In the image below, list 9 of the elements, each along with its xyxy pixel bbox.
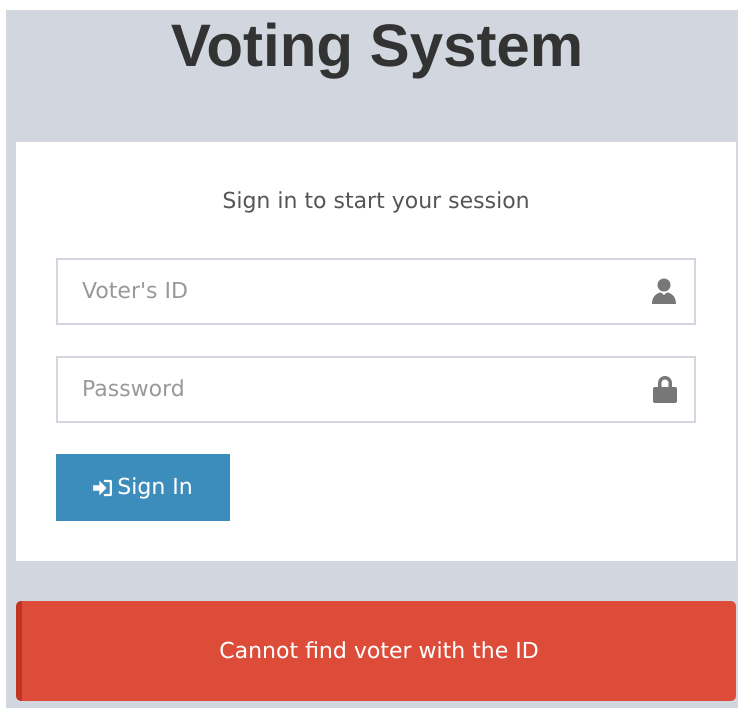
sign-in-icon — [93, 478, 114, 496]
alert-message: Cannot find voter with the ID — [219, 638, 539, 664]
lock-icon — [652, 375, 678, 403]
voter-id-field[interactable]: Voter's ID — [56, 258, 696, 325]
login-subtitle: Sign in to start your session — [222, 188, 530, 216]
user-icon — [650, 277, 678, 305]
page-title: Voting System — [170, 11, 584, 81]
password-field[interactable]: Password — [56, 356, 696, 423]
sign-in-button[interactable]: Sign In — [56, 454, 230, 521]
